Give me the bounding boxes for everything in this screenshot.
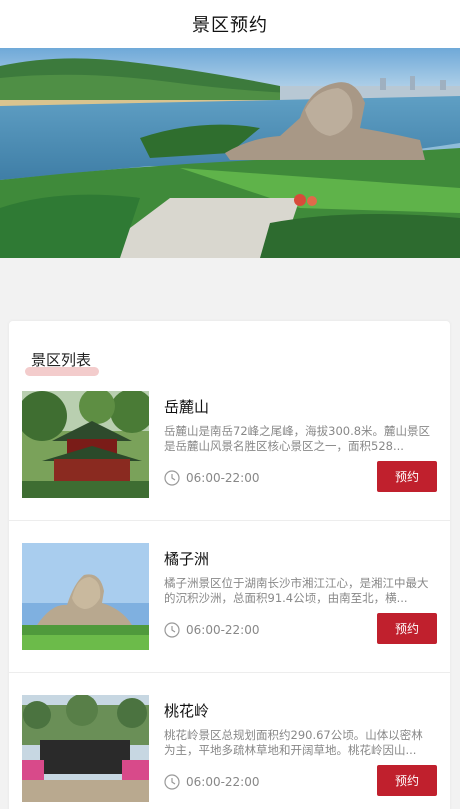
spot-description: 岳麓山是南岳72峰之尾峰，海拔300.8米。麓山景区是岳麓山风景名胜区核心景区之… [164,424,431,453]
spot-thumbnail [22,391,149,498]
hours-text: 06:00-22:00 [186,775,260,789]
book-button[interactable]: 预约 [377,613,437,644]
book-button[interactable]: 预约 [377,461,437,492]
spot-name: 桃花岭 [164,702,210,720]
list-item[interactable]: 岳麓山 岳麓山是南岳72峰之尾峰，海拔300.8米。麓山景区是岳麓山风景名胜区核… [9,369,450,521]
banner-image[interactable] [0,48,460,258]
clock-icon [164,622,180,638]
spot-description: 桃花岭景区总规划面积约290.67公顷。山体以密林为主，平地多疏林草地和开阔草地… [164,728,423,757]
list-item[interactable]: 桃花岭 桃花岭景区总规划面积约290.67公顷。山体以密林为主，平地多疏林草地和… [9,673,450,809]
spot-name: 岳麓山 [164,398,210,416]
spot-list-card: 景区列表 岳麓山 岳麓山是南岳72峰之尾峰，海拔300.8米。麓山景区是岳麓山风… [9,321,450,809]
hours-text: 06:00-22:00 [186,471,260,485]
spot-description: 橘子洲景区位于湖南长沙市湘江江心，是湘江中最大的沉积沙洲，总面积91.4公顷，由… [164,576,429,605]
section-title-text: 景区列表 [31,351,92,369]
spot-name: 橘子洲 [164,550,210,568]
opening-hours: 06:00-22:00 [164,470,260,486]
spot-thumbnail [22,543,149,650]
section-title: 景区列表 [25,349,100,376]
page-header: 景区预约 [0,0,460,48]
opening-hours: 06:00-22:00 [164,622,260,638]
clock-icon [164,470,180,486]
book-button[interactable]: 预约 [377,765,437,796]
opening-hours: 06:00-22:00 [164,774,260,790]
spot-thumbnail [22,695,149,802]
clock-icon [164,774,180,790]
page-title: 景区预约 [192,15,268,36]
hours-text: 06:00-22:00 [186,623,260,637]
list-item[interactable]: 橘子洲 橘子洲景区位于湖南长沙市湘江江心，是湘江中最大的沉积沙洲，总面积91.4… [9,521,450,673]
